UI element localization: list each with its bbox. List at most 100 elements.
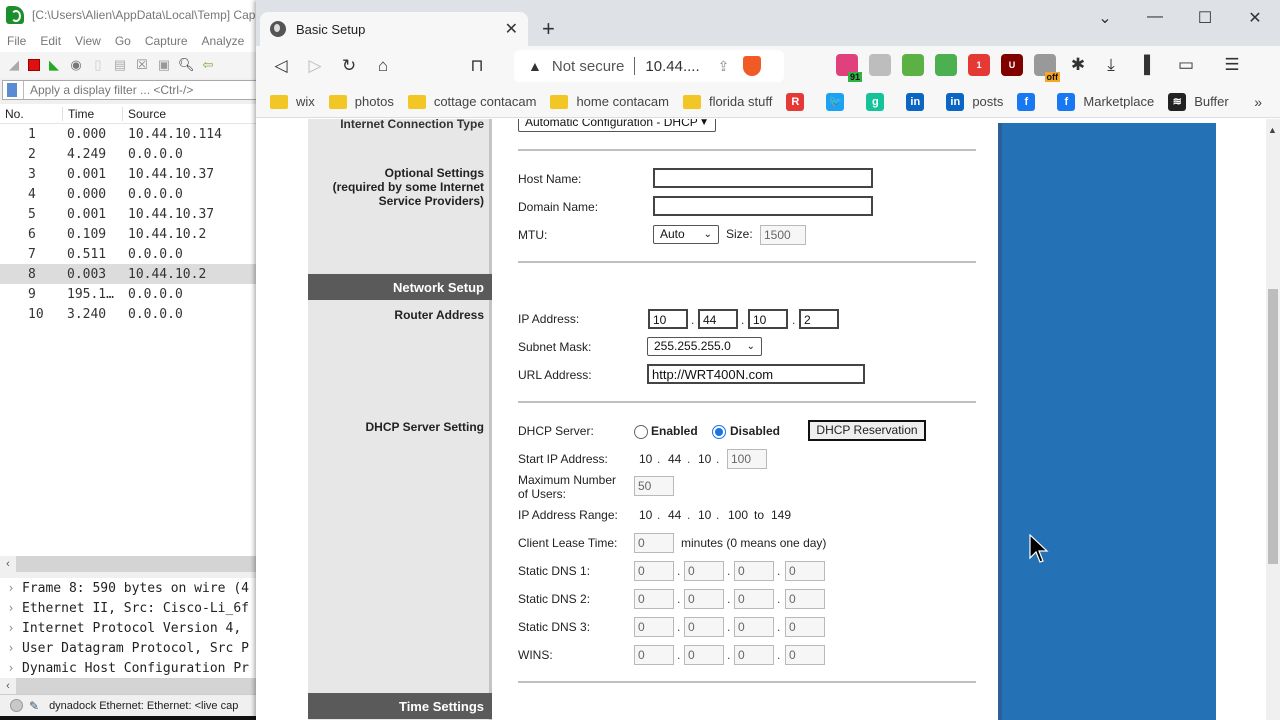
warning-icon[interactable]: ▲ [528, 58, 542, 74]
wallet-icon[interactable]: ▭ [1166, 55, 1206, 75]
expand-chevron-icon[interactable]: › [0, 641, 22, 655]
dns-octet-input[interactable]: 0 [684, 589, 724, 609]
ip-octet-2[interactable]: 44 [698, 309, 738, 329]
expand-chevron-icon[interactable]: › [0, 621, 22, 635]
security-status[interactable]: Not secure [552, 58, 625, 75]
mtu-size-input[interactable]: 1500 [760, 225, 806, 245]
forward-icon[interactable]: ▷ [298, 56, 332, 76]
dns-octet-input[interactable]: 0 [734, 561, 774, 581]
column-no[interactable]: No. [0, 107, 62, 121]
start-ip-last-octet-input[interactable]: 100 [727, 449, 767, 469]
print-friendly-extension-icon[interactable] [902, 54, 924, 76]
lease-time-input[interactable]: 0 [634, 533, 674, 553]
dns-octet-input[interactable]: 0 [684, 561, 724, 581]
bookmark-page-icon[interactable]: ⊓ [460, 56, 494, 76]
bookmark-folder[interactable]: home contacam [550, 94, 669, 109]
bookmark-link[interactable]: in [906, 92, 932, 111]
menu-edit[interactable]: Edit [33, 34, 68, 48]
bookmark-folder[interactable]: florida stuff [682, 94, 772, 109]
bookmark-link[interactable]: 🐦 [826, 92, 852, 111]
extensions-puzzle-icon[interactable]: ✱ [1067, 55, 1089, 75]
envelope-extension-icon[interactable] [869, 54, 891, 76]
dns-octet-input[interactable]: 0 [785, 561, 825, 581]
open-file-icon[interactable]: ▯ [90, 57, 106, 73]
dhcp-reservation-button[interactable]: DHCP Reservation [808, 420, 926, 441]
detail-tree-item[interactable]: › Dynamic Host Configuration Pr [0, 658, 261, 678]
bookmark-folder[interactable]: wix [270, 94, 315, 109]
more-bookmarks-icon[interactable]: » [1254, 94, 1262, 110]
subnet-mask-select[interactable]: 255.255.255.0 ⌄ [647, 337, 762, 356]
details-hscrollbar[interactable]: ‹ [0, 678, 261, 694]
ip-octet-1[interactable]: 10 [648, 309, 688, 329]
address-bar[interactable]: ▲ Not secure 10.44.... ⇪ [514, 50, 784, 82]
mail-extension-icon[interactable]: 91 [836, 54, 862, 82]
reload-file-icon[interactable]: ▣ [156, 57, 172, 73]
bookmark-link[interactable]: R [786, 92, 812, 111]
menu-file[interactable]: File [0, 34, 33, 48]
ip-octet-4[interactable]: 2 [799, 309, 839, 329]
domain-name-input[interactable] [653, 196, 873, 216]
menu-go[interactable]: Go [108, 34, 138, 48]
packet-row[interactable]: 5 0.001 10.44.10.37 [0, 204, 261, 224]
stop-capture-icon[interactable] [28, 59, 40, 71]
go-back-icon[interactable]: ⇦ [200, 57, 216, 73]
bookmark-folder[interactable]: photos [328, 94, 394, 109]
url-address-input[interactable]: http://WRT400N.com [647, 364, 865, 384]
packet-row[interactable]: 8 0.003 10.44.10.2 [0, 264, 261, 284]
downloads-icon[interactable]: ⤓ [1100, 55, 1122, 75]
cat-extension-icon[interactable]: off [1034, 54, 1060, 82]
detail-tree-item[interactable]: › Internet Protocol Version 4, [0, 618, 261, 638]
dhcp-disabled-label[interactable]: Disabled [730, 424, 780, 438]
menu-icon[interactable]: ☰ [1217, 55, 1247, 75]
column-source[interactable]: Source [122, 106, 166, 121]
packet-row[interactable]: 1 0.000 10.44.10.114 [0, 124, 261, 144]
detail-tree-item[interactable]: › Frame 8: 590 bytes on wire (4 [0, 578, 261, 598]
dns-octet-input[interactable]: 0 [684, 645, 724, 665]
dns-octet-input[interactable]: 0 [684, 617, 724, 637]
packet-row[interactable]: 3 0.001 10.44.10.37 [0, 164, 261, 184]
detail-tree-item[interactable]: › User Datagram Protocol, Src P [0, 638, 261, 658]
bookmark-folder[interactable]: cottage contacam [407, 94, 536, 109]
bookmark-link[interactable]: in posts [946, 92, 1003, 111]
share-icon[interactable]: ⇪ [718, 58, 730, 75]
dhcp-disabled-radio[interactable] [712, 425, 726, 439]
reload-icon[interactable]: ↻ [332, 56, 366, 76]
dns-octet-input[interactable]: 0 [634, 617, 674, 637]
new-tab-button[interactable]: + [542, 16, 555, 42]
dns-octet-input[interactable]: 0 [734, 617, 774, 637]
back-icon[interactable]: ◁ [264, 56, 298, 76]
packet-row[interactable]: 10 3.240 0.0.0.0 [0, 304, 261, 324]
dhcp-enabled-label[interactable]: Enabled [651, 424, 698, 438]
bookmark-link[interactable]: f Marketplace [1057, 92, 1154, 111]
display-filter-input[interactable]: Apply a display filter ... <Ctrl-/> [2, 80, 260, 100]
dns-octet-input[interactable]: 0 [634, 645, 674, 665]
mtu-select[interactable]: Auto ⌄ [653, 225, 719, 244]
ublock-extension-icon[interactable]: U [1001, 54, 1023, 76]
close-tab-icon[interactable]: ✕ [505, 19, 518, 39]
close-file-icon[interactable]: ☒ [134, 57, 150, 73]
minimize-icon[interactable]: — [1130, 8, 1180, 28]
close-window-icon[interactable]: ✕ [1230, 8, 1280, 28]
bookmark-icon[interactable] [7, 83, 17, 97]
host-name-input[interactable] [653, 168, 873, 188]
expand-chevron-icon[interactable]: › [0, 601, 22, 615]
packet-row[interactable]: 4 0.000 0.0.0.0 [0, 184, 261, 204]
page-vertical-scrollbar[interactable]: ▲ [1266, 119, 1280, 720]
url-text[interactable]: 10.44.... [645, 58, 699, 75]
find-packet-icon[interactable]: 🔍︎ [178, 57, 195, 73]
shield-check-extension-icon[interactable] [935, 54, 957, 76]
tab-basic-setup[interactable]: Basic Setup ✕ [260, 12, 528, 46]
connection-type-select[interactable]: Automatic Configuration - DHCP ▼ [518, 119, 716, 132]
dns-octet-input[interactable]: 0 [634, 589, 674, 609]
scrollbar-thumb[interactable] [1268, 289, 1278, 564]
edit-comment-icon[interactable]: ✎ [29, 699, 39, 713]
dns-octet-input[interactable]: 0 [734, 645, 774, 665]
packet-row[interactable]: 2 4.249 0.0.0.0 [0, 144, 261, 164]
scroll-up-icon[interactable]: ▲ [1268, 125, 1277, 135]
scroll-left-icon[interactable]: ‹ [0, 556, 16, 572]
packet-row[interactable]: 9 195.1… 0.0.0.0 [0, 284, 261, 304]
restart-capture-icon[interactable]: ◣ [46, 57, 62, 73]
maximize-icon[interactable]: ☐ [1180, 8, 1230, 28]
bookmark-link[interactable]: ≋ Buffer [1168, 92, 1229, 111]
shark-fin-icon[interactable]: ◢ [6, 57, 22, 73]
